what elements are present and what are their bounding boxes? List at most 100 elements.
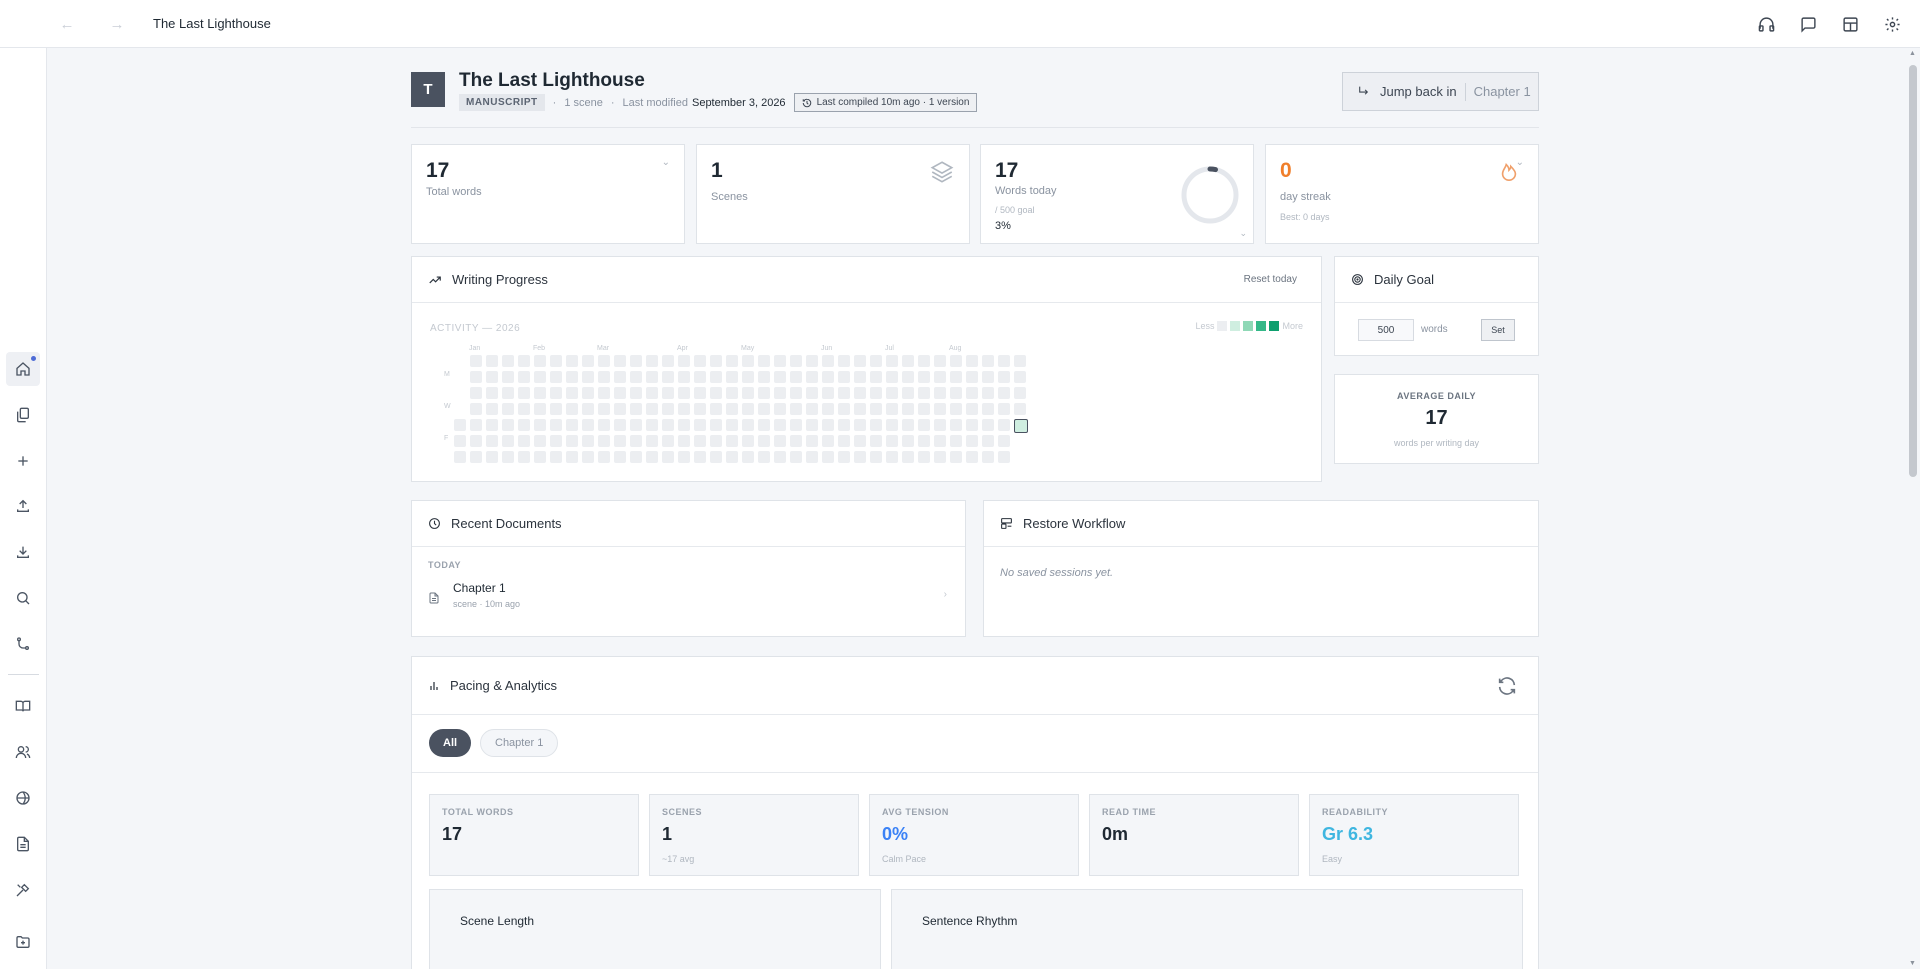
plus-icon[interactable] — [6, 444, 40, 478]
heatmap-cell — [630, 403, 642, 415]
page-title: The Last Lighthouse — [459, 70, 645, 91]
activity-label: ACTIVITY — 2026 — [430, 323, 521, 334]
heatmap-cell — [630, 371, 642, 383]
heatmap-cell — [678, 451, 690, 463]
heatmap-cell — [998, 387, 1010, 399]
back-arrow-icon[interactable]: ← — [54, 11, 80, 37]
recent-group-label: TODAY — [428, 560, 462, 570]
heatmap-cell — [470, 419, 482, 431]
heatmap-cell — [614, 419, 626, 431]
chevron-down-icon[interactable]: ⌄ — [1516, 157, 1524, 168]
folder-add-icon[interactable] — [6, 925, 40, 959]
metric-value: 0m — [1102, 824, 1129, 844]
scroll-down-arrow-icon[interactable]: ▼ — [1909, 960, 1916, 967]
search-icon[interactable] — [6, 581, 40, 615]
chat-icon[interactable] — [1796, 12, 1820, 36]
daily-goal-input[interactable]: 500 — [1358, 319, 1414, 341]
notification-dot — [31, 356, 36, 361]
heatmap-cell — [710, 451, 722, 463]
heatmap-cell — [694, 419, 706, 431]
heatmap-day-label: F — [444, 435, 449, 442]
restore-workflow-panel: Restore Workflow No saved sessions yet. — [983, 500, 1539, 637]
notes-icon[interactable] — [6, 827, 40, 861]
heatmap-cell — [806, 371, 818, 383]
heatmap-cell — [646, 403, 658, 415]
filter-chapter-1[interactable]: Chapter 1 — [480, 729, 559, 757]
legend-more: More — [1282, 321, 1303, 331]
heatmap-cell — [886, 451, 898, 463]
heatmap-cell — [454, 419, 466, 431]
pacing-header: Pacing & Analytics — [412, 657, 1538, 715]
git-branch-icon[interactable] — [6, 627, 40, 661]
heatmap-cell — [886, 355, 898, 367]
document-icon — [429, 592, 439, 604]
heatmap-cell — [774, 403, 786, 415]
headphones-icon[interactable] — [1754, 12, 1778, 36]
documents-icon[interactable] — [6, 398, 40, 432]
layout-icon[interactable] — [1838, 12, 1862, 36]
heatmap-cell — [502, 435, 514, 447]
heatmap-cell — [582, 371, 594, 383]
book-icon[interactable] — [6, 689, 40, 723]
tools-icon[interactable] — [6, 873, 40, 907]
heatmap-cell — [678, 371, 690, 383]
refresh-icon[interactable] — [1496, 675, 1518, 697]
heatmap-cell — [518, 403, 530, 415]
heatmap-cell — [918, 371, 930, 383]
chevron-down-icon[interactable]: ⌄ — [662, 157, 670, 168]
jump-back-in-button[interactable]: Jump back in Chapter 1 — [1342, 72, 1539, 111]
heatmap-cell — [982, 419, 994, 431]
forward-arrow-icon[interactable]: → — [104, 11, 130, 37]
chevron-down-icon[interactable]: ⌄ — [1239, 228, 1247, 239]
heatmap-cell — [742, 419, 754, 431]
heatmap-month-label: Jul — [885, 345, 894, 352]
users-icon[interactable] — [6, 735, 40, 769]
set-goal-button[interactable]: Set — [1481, 319, 1515, 341]
main-content: T The Last Lighthouse MANUSCRIPT · 1 sce… — [411, 48, 1539, 969]
scroll-up-arrow-icon[interactable]: ▲ — [1909, 50, 1916, 57]
metric-label: READABILITY — [1322, 807, 1388, 817]
list-item[interactable]: Chapter 1 scene · 10m ago › — [412, 577, 965, 623]
gear-icon[interactable] — [1880, 12, 1904, 36]
heatmap-cell — [646, 355, 658, 367]
globe-icon[interactable] — [6, 781, 40, 815]
heatmap-cell — [854, 387, 866, 399]
heatmap-cell — [598, 435, 610, 447]
words-today-card: 17 Words today / 500 goal 3% ⌄ — [980, 144, 1254, 244]
writing-progress-title: Writing Progress — [452, 272, 548, 287]
reset-today-link[interactable]: Reset today — [1244, 274, 1297, 285]
home-icon[interactable] — [6, 352, 40, 386]
heatmap-cell — [662, 403, 674, 415]
heatmap-cell — [470, 387, 482, 399]
upload-icon[interactable] — [6, 489, 40, 523]
heatmap-cell — [502, 371, 514, 383]
heatmap-cell — [854, 451, 866, 463]
main-scrollbar[interactable]: ▲ ▼ — [1906, 48, 1920, 969]
scroll-thumb[interactable] — [1909, 65, 1917, 477]
heatmap-cell — [726, 451, 738, 463]
filter-all[interactable]: All — [429, 729, 472, 757]
heatmap-cell — [454, 451, 466, 463]
pacing-title: Pacing & Analytics — [450, 678, 557, 693]
download-icon[interactable] — [6, 535, 40, 569]
heatmap-month-label: Aug — [949, 345, 962, 352]
heatmap-cell — [998, 419, 1010, 431]
history-icon — [802, 98, 811, 107]
heatmap-cell — [742, 355, 754, 367]
words-today-value: 17 — [995, 159, 1019, 182]
heatmap-cell — [678, 387, 690, 399]
heatmap-cell — [806, 435, 818, 447]
heatmap-cell — [582, 451, 594, 463]
heatmap-cell — [950, 371, 962, 383]
heatmap-cell — [918, 435, 930, 447]
heatmap-cell — [486, 435, 498, 447]
heatmap-month-label: Mar — [597, 345, 610, 352]
project-avatar: T — [411, 72, 445, 107]
compile-status-badge[interactable]: Last compiled 10m ago · 1 version — [793, 93, 978, 112]
metric-label: READ TIME — [1102, 807, 1156, 817]
heatmap-cell — [710, 403, 722, 415]
heatmap-cell — [534, 371, 546, 383]
heatmap-cell — [694, 355, 706, 367]
heatmap-cell — [854, 371, 866, 383]
heatmap-cell — [838, 371, 850, 383]
